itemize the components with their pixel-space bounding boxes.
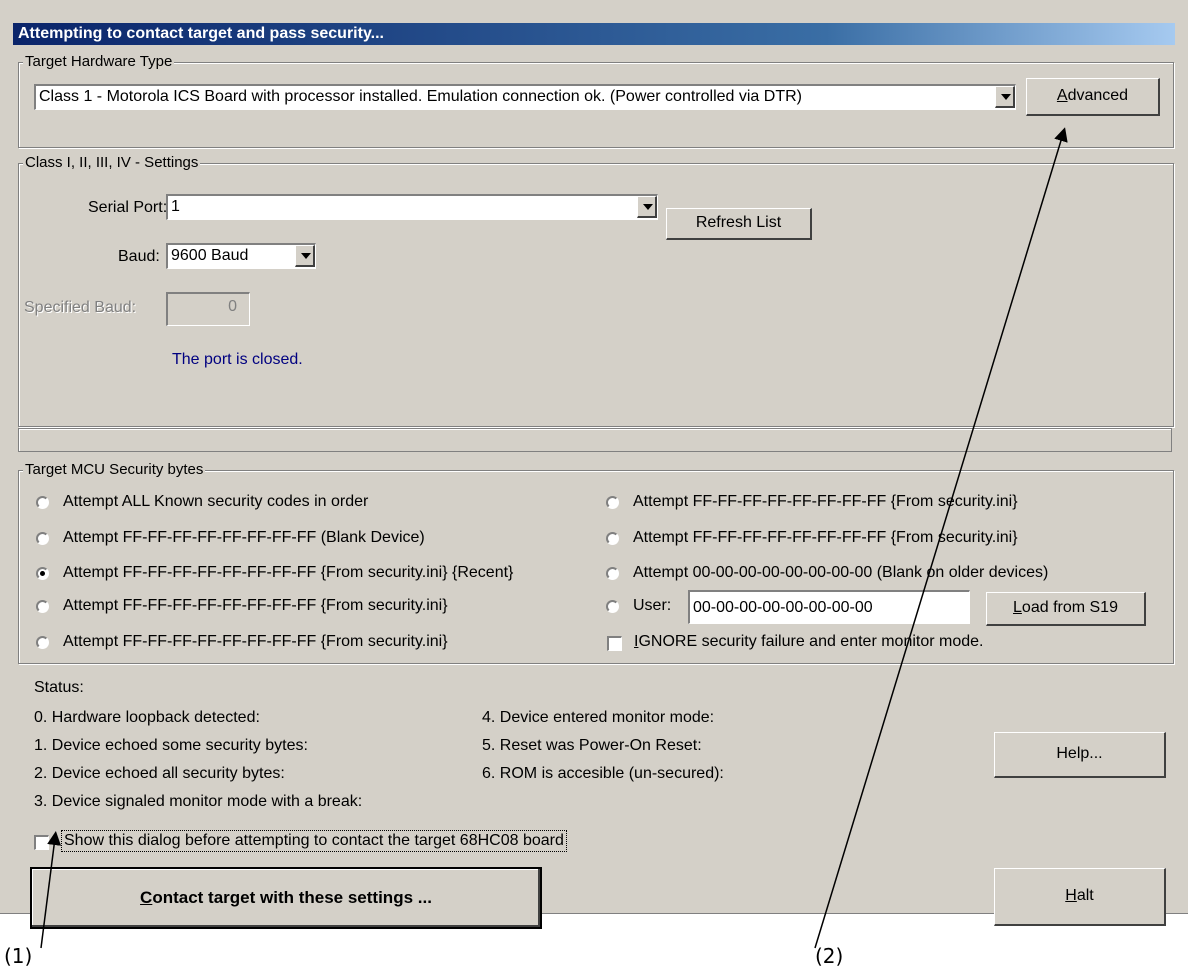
arrow-1-line [40,831,62,949]
annotation-label-1: (1) [4,944,33,968]
annotation-arrows [40,127,1068,949]
arrow-2-line [814,127,1068,949]
annotation-label-2: (2) [815,944,844,968]
